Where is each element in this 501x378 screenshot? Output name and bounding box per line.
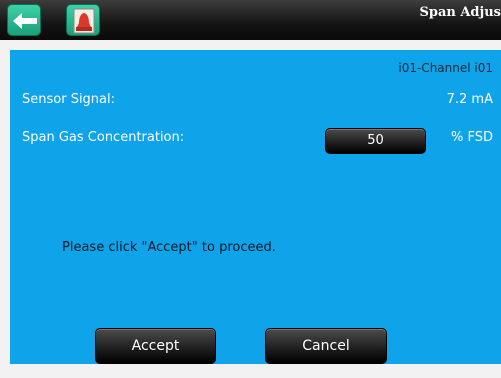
- accept-button[interactable]: Accept: [95, 328, 216, 364]
- back-button[interactable]: [7, 4, 41, 36]
- instruction-message: Please click "Accept" to proceed.: [62, 240, 276, 255]
- alarm-bell-icon: [73, 8, 95, 34]
- back-arrow-icon: [13, 13, 37, 29]
- screen-title: Span Adjus: [419, 5, 501, 20]
- cancel-button[interactable]: Cancel: [265, 328, 387, 364]
- sensor-signal-value: 7.2 mA: [446, 92, 493, 107]
- sensor-signal-label: Sensor Signal:: [22, 92, 116, 107]
- channel-label: i01-Channel i01: [398, 61, 493, 75]
- alarm-button[interactable]: [66, 4, 100, 36]
- span-gas-unit: % FSD: [451, 130, 493, 145]
- header-bar: Span Adjus: [0, 0, 501, 40]
- span-adjust-panel: i01-Channel i01 Sensor Signal: 7.2 mA Sp…: [10, 50, 501, 364]
- span-gas-concentration-input[interactable]: 50: [325, 128, 426, 154]
- span-gas-label: Span Gas Concentration:: [22, 130, 185, 145]
